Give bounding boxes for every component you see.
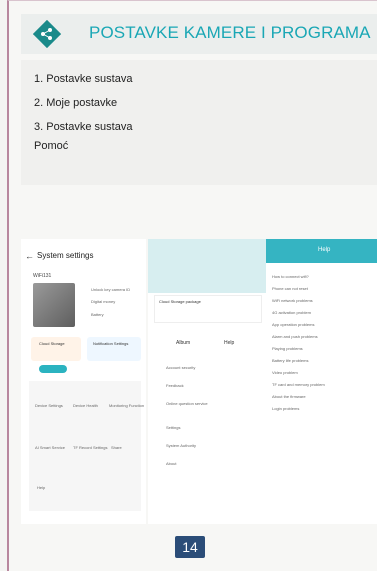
page-title: POSTAVKE KAMERE I PROGRAMA: [89, 23, 371, 42]
help-item[interactable]: Playing problems: [272, 346, 303, 351]
profile-banner: [148, 239, 266, 293]
back-arrow-icon[interactable]: ←: [25, 251, 34, 261]
tile-ai-smart[interactable]: AI Smart Service: [35, 445, 65, 450]
help-button[interactable]: Help: [224, 340, 234, 346]
tile-monitoring[interactable]: Monitoring Function: [109, 403, 144, 408]
device-name: WiFi131: [33, 273, 52, 279]
list-item: 2. Moje postavke: [34, 97, 118, 109]
tile-device-health[interactable]: Device Health: [73, 403, 98, 408]
toggle-label: Unlock key camera ID: [91, 287, 131, 292]
menu-item[interactable]: Settings: [166, 425, 180, 430]
menu-item[interactable]: Account security: [166, 365, 195, 370]
tile-device-settings[interactable]: Device Settings: [35, 403, 63, 408]
help-item[interactable]: Video problem: [272, 370, 298, 375]
help-item[interactable]: 4G activation problem: [272, 310, 311, 315]
cloud-storage-card[interactable]: Cloud Storage: [31, 337, 81, 361]
help-item[interactable]: TF card and memory problem: [272, 382, 325, 387]
menu-item[interactable]: System Authority: [166, 443, 196, 448]
menu-item[interactable]: Online question service: [166, 401, 208, 406]
cloud-storage-card[interactable]: Cloud Storage package: [154, 295, 262, 323]
toggle-label: Digital money: [91, 299, 116, 304]
camera-image: [33, 283, 75, 327]
help-item[interactable]: About the firmware: [272, 394, 306, 399]
cloud-storage-label: Cloud Storage package: [159, 299, 201, 304]
help-item[interactable]: Login problems: [272, 406, 299, 411]
tile-tf-record[interactable]: TF Record Settings: [73, 445, 107, 450]
notification-card[interactable]: Notification Settings: [87, 337, 141, 361]
help-item[interactable]: App operation problems: [272, 322, 314, 327]
help-header: Help: [266, 239, 377, 263]
help-item[interactable]: How to connect wifi?: [272, 274, 309, 279]
help-screen: Help How to connect wifi? Phone can not …: [266, 239, 377, 524]
album-button[interactable]: Album: [176, 340, 190, 346]
system-settings-screen: ← System settings WiFi131 Unlock key cam…: [21, 239, 146, 524]
menu-item[interactable]: Feedback: [166, 383, 184, 388]
help-title: Help: [318, 247, 331, 253]
settings-grid: Device Settings Device Health Monitoring…: [29, 381, 144, 511]
help-item[interactable]: Phone can not reset: [272, 286, 308, 291]
cloud-storage-label: Cloud Storage: [39, 341, 65, 346]
share-icon: [33, 20, 61, 48]
toggle-label: Battery: [91, 312, 104, 317]
notification-label: Notification Settings: [93, 341, 129, 346]
help-item[interactable]: Alarm and push problems: [272, 334, 318, 339]
tile-share[interactable]: Share: [111, 445, 122, 450]
menu-item[interactable]: About: [166, 461, 176, 466]
my-settings-screen: Cloud Storage package Album Help Account…: [148, 239, 266, 524]
page-number: 14: [175, 536, 205, 558]
list-item: 1. Postavke sustava: [34, 73, 133, 85]
section-header: POSTAVKE KAMERE I PROGRAMA: [21, 14, 377, 54]
list-item: Pomoć: [34, 140, 69, 152]
tile-help[interactable]: Help: [37, 485, 45, 490]
buy-button[interactable]: [39, 365, 67, 373]
settings-list: 1. Postavke sustava 2. Moje postavke 3. …: [21, 60, 377, 185]
help-item[interactable]: WiFi network problems: [272, 298, 313, 303]
screen-title: System settings: [37, 251, 94, 260]
list-item: 3. Postavke sustava: [34, 121, 133, 133]
help-item[interactable]: Battery life problems: [272, 358, 308, 363]
